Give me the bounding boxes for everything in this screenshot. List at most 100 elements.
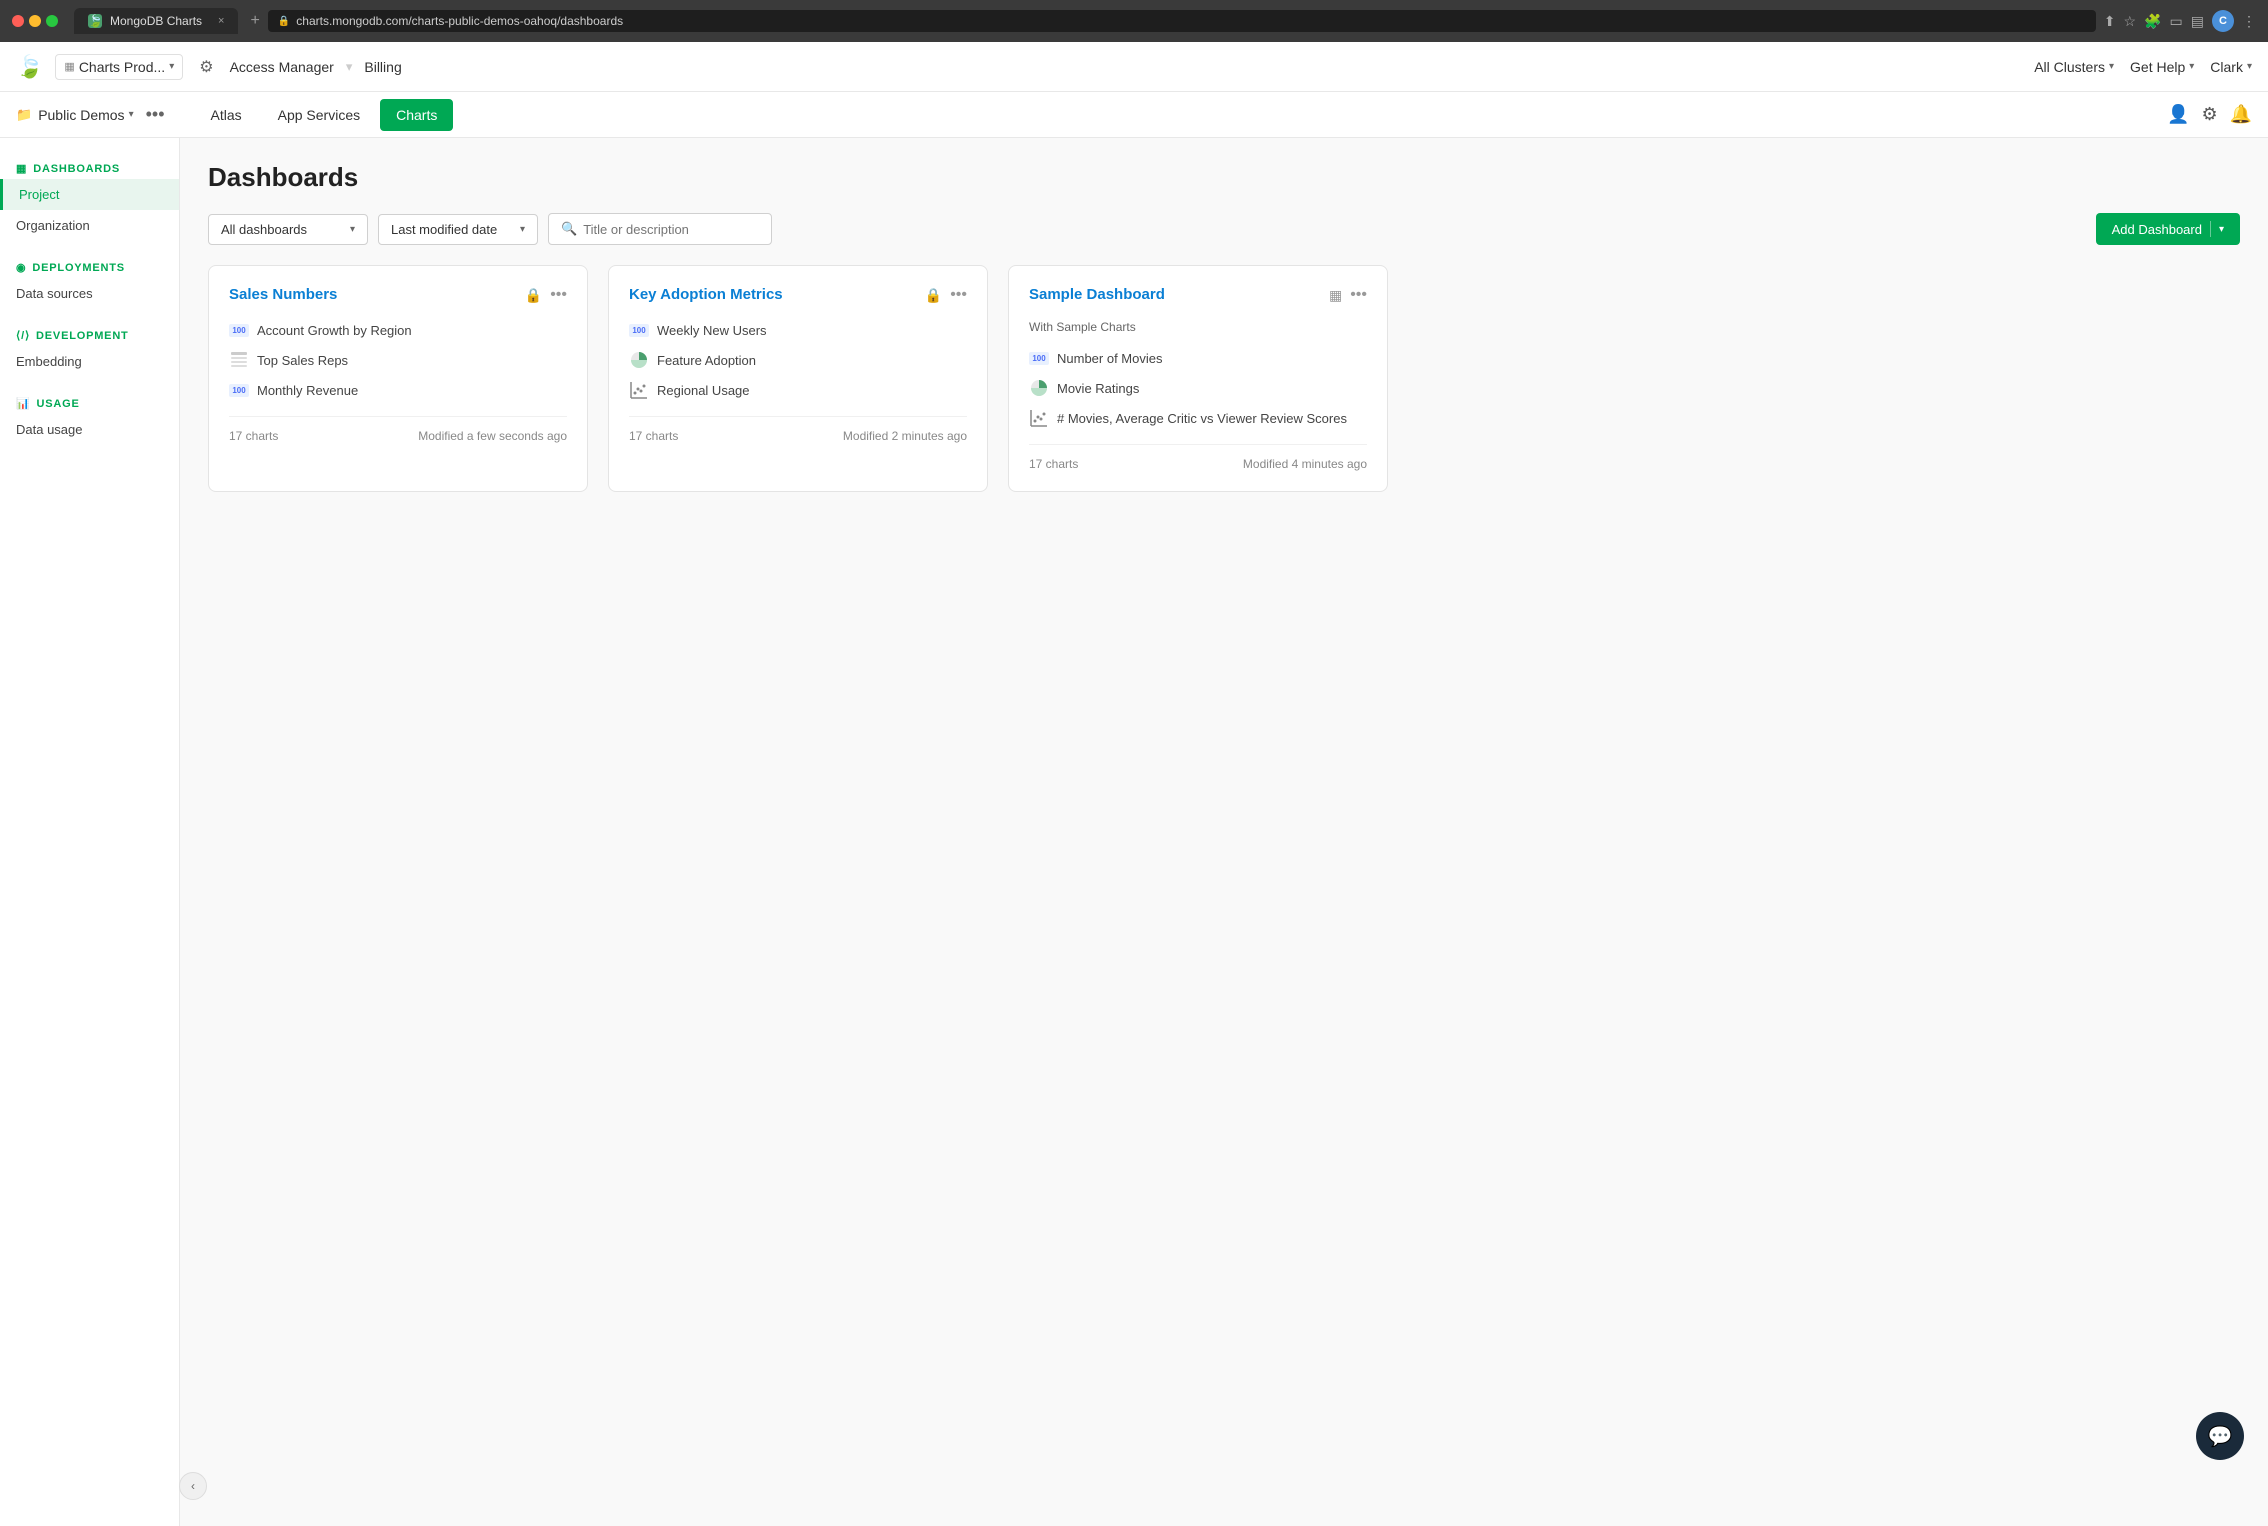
browser-tab[interactable]: 🍃 MongoDB Charts × [74,8,238,34]
sidebar-item-data-sources[interactable]: Data sources [0,278,179,309]
chart-name: Number of Movies [1057,351,1162,366]
card-more-button[interactable]: ••• [950,286,967,304]
card-header: Key Adoption Metrics 🔒 ••• [629,286,967,304]
card-header: Sales Numbers 🔒 ••• [229,286,567,304]
chart-name: # Movies, Average Critic vs Viewer Revie… [1057,411,1347,426]
notifications-icon[interactable]: 🔔 [2230,104,2252,125]
chart-icon-pie [1029,378,1049,398]
sidebar-item-data-usage[interactable]: Data usage [0,414,179,445]
modified-time: Modified 2 minutes ago [843,429,967,443]
chart-count: 17 charts [629,429,678,443]
user-menu-chevron: ▾ [2247,61,2252,72]
main-content: Dashboards All dashboards ▾ Last modifie… [180,138,2268,1526]
search-wrapper[interactable]: 🔍 [548,213,772,245]
chart-icon-bar: 100 [1029,348,1049,368]
chat-icon: 💬 [2208,1424,2233,1449]
sidebar-item-organization[interactable]: Organization [0,210,179,241]
nav-right: All Clusters ▾ Get Help ▾ Clark ▾ [2034,59,2252,75]
browser-dots [12,15,58,27]
search-icon: 🔍 [561,221,577,237]
get-help-button[interactable]: Get Help ▾ [2130,59,2194,75]
user-menu-button[interactable]: Clark ▾ [2210,59,2252,75]
add-dashboard-button[interactable]: Add Dashboard ▾ [2096,213,2240,245]
get-help-label: Get Help [2130,59,2185,75]
all-clusters-button[interactable]: All Clusters ▾ [2034,59,2114,75]
filter-chevron: ▾ [350,224,355,235]
chart-name: Weekly New Users [657,323,767,338]
tab-charts[interactable]: Charts [380,99,453,131]
all-clusters-label: All Clusters [2034,59,2105,75]
share-button[interactable]: ⬆ [2104,13,2116,30]
chart-name: Movie Ratings [1057,381,1139,396]
bookmark-button[interactable]: ☆ [2124,13,2137,30]
tab-app-services[interactable]: App Services [262,99,376,131]
card-header: Sample Dashboard ▦ ••• [1029,286,1367,304]
app-name-label: Charts Prod... [79,59,165,75]
tab-title: MongoDB Charts [110,14,202,28]
card-footer: 17 charts Modified a few seconds ago [229,416,567,443]
sidebar-section-development: ⟨/⟩ DEVELOPMENT [0,321,179,346]
menu-button[interactable]: ⋮ [2242,13,2256,30]
chat-support-button[interactable]: 💬 [2196,1412,2244,1460]
user-management-icon[interactable]: 👤 [2167,104,2189,125]
profile-button[interactable]: ▤ [2191,13,2204,30]
tab-close-button[interactable]: × [218,15,224,27]
project-chevron: ▾ [129,109,134,120]
tab-favicon: 🍃 [88,14,102,28]
dashboard-card-sample[interactable]: Sample Dashboard ▦ ••• With Sample Chart… [1008,265,1388,492]
card-charts-list: 100 Weekly New Users Feature Adoption [629,320,967,400]
project-name-dropdown[interactable]: Public Demos ▾ [38,107,133,123]
access-manager-link[interactable]: Access Manager [222,55,342,79]
sidebar-item-embedding[interactable]: Embedding [0,346,179,377]
chrome-user-avatar[interactable]: C [2212,10,2234,32]
sort-filter[interactable]: Last modified date ▾ [378,214,538,245]
modified-time: Modified a few seconds ago [418,429,567,443]
folder-icon: 📁 [16,107,32,123]
modified-time: Modified 4 minutes ago [1243,457,1367,471]
settings-icon[interactable]: ⚙ [199,57,213,77]
chart-name: Monthly Revenue [257,383,358,398]
get-help-chevron: ▾ [2189,61,2194,72]
all-dashboards-filter[interactable]: All dashboards ▾ [208,214,368,245]
chart-icon-bar2: 100 [229,380,249,400]
app-name-chevron: ▾ [169,61,174,72]
app-layout: ▦ DASHBOARDS Project Organization ◉ DEPL… [0,138,2268,1526]
sidebar-collapse-button[interactable]: ‹ [179,1472,207,1500]
add-dashboard-arrow: ▾ [2219,224,2224,235]
project-more-button[interactable]: ••• [140,102,171,127]
card-more-button[interactable]: ••• [1350,286,1367,304]
search-input[interactable] [583,222,759,237]
address-bar[interactable]: 🔒 charts.mongodb.com/charts-public-demos… [268,10,2096,32]
dashboard-card-key-adoption[interactable]: Key Adoption Metrics 🔒 ••• 100 Weekly Ne… [608,265,988,492]
chart-item: 100 Monthly Revenue [229,380,567,400]
new-tab-button[interactable]: + [250,12,259,30]
card-footer: 17 charts Modified 2 minutes ago [629,416,967,443]
sidebar-item-project[interactable]: Project [0,179,179,210]
billing-link[interactable]: Billing [356,55,409,79]
extensions-button[interactable]: 🧩 [2144,13,2161,30]
card-more-button[interactable]: ••• [550,286,567,304]
chart-item: 100 Weekly New Users [629,320,967,340]
cast-button[interactable]: ▭ [2170,13,2183,30]
browser-chrome: 🍃 MongoDB Charts × + 🔒 charts.mongodb.co… [0,0,2268,42]
close-dot[interactable] [12,15,24,27]
sidebar-section-usage: 📊 USAGE [0,389,179,414]
card-title-sales: Sales Numbers [229,286,525,303]
btn-divider [2210,221,2211,237]
minimize-dot[interactable] [29,15,41,27]
sidebar-section-dashboards: ▦ DASHBOARDS [0,154,179,179]
settings-icon[interactable]: ⚙ [2201,104,2217,125]
card-title-key-adoption: Key Adoption Metrics [629,286,925,303]
card-description: With Sample Charts [1029,320,1367,334]
chart-icon-bar: 100 [629,320,649,340]
tab-atlas[interactable]: Atlas [195,99,258,131]
app-name-dropdown[interactable]: ▦ Charts Prod... ▾ [55,54,183,80]
card-lock-icon: 🔒 [925,287,942,304]
user-name-label: Clark [2210,59,2243,75]
dashboard-card-sales-numbers[interactable]: Sales Numbers 🔒 ••• 100 Account Growth b… [208,265,588,492]
dashboards-section-icon: ▦ [16,162,27,175]
chart-count: 17 charts [1029,457,1078,471]
maximize-dot[interactable] [46,15,58,27]
browser-actions: ⬆ ☆ 🧩 ▭ ▤ C ⋮ [2104,10,2256,32]
sidebar: ▦ DASHBOARDS Project Organization ◉ DEPL… [0,138,180,1526]
